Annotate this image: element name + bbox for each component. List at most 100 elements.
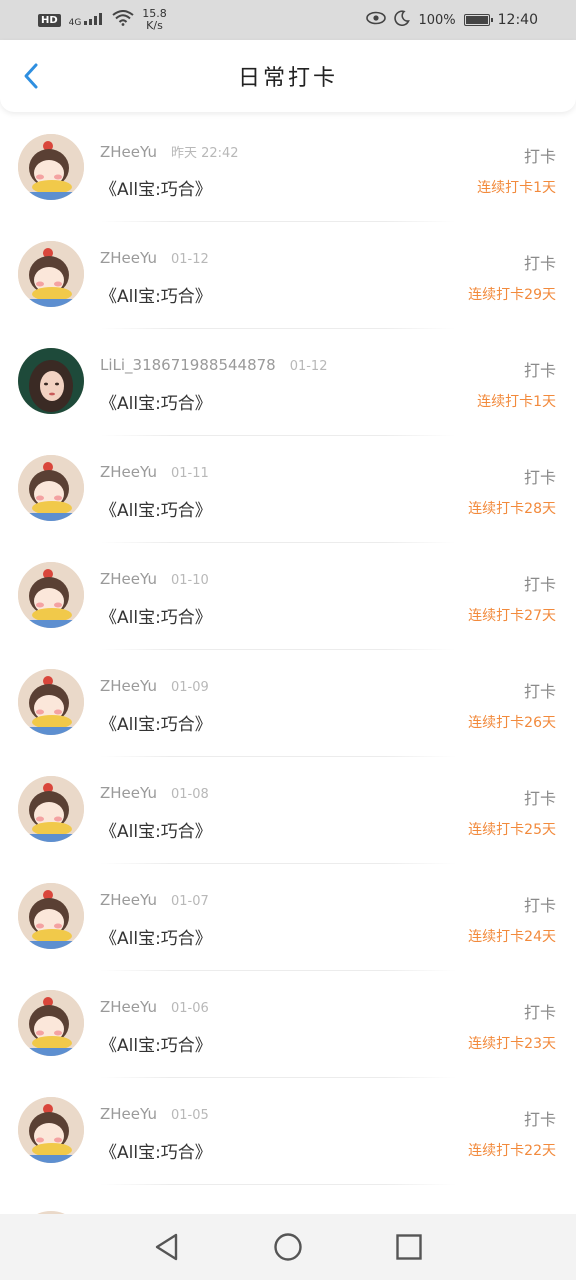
hd-badge: HD xyxy=(38,13,61,27)
streak-label: 连续打卡28天 xyxy=(468,501,556,517)
book-title[interactable]: 《All宝:巧合》 xyxy=(100,710,212,735)
streak-label: 连续打卡22天 xyxy=(468,1143,556,1159)
list-item[interactable]: ZHeeYu 01-10 《All宝:巧合》 打卡连续打卡27天 xyxy=(0,543,576,650)
avatar[interactable] xyxy=(18,455,84,521)
entry-meta: ZHeeYu 昨天 22:42 xyxy=(100,142,239,161)
book-title[interactable]: 《All宝:巧合》 xyxy=(100,175,212,200)
book-title[interactable]: 《All宝:巧合》 xyxy=(100,282,212,307)
net-speed-unit: K/s xyxy=(146,19,163,32)
user-name[interactable]: LiLi_318671988544878 xyxy=(100,356,276,374)
checkin-label: 打卡 xyxy=(523,789,556,808)
clock: 12:40 xyxy=(497,12,538,28)
chevron-left-icon xyxy=(24,63,38,89)
checkin-label: 打卡 xyxy=(523,147,556,166)
book-title[interactable]: 《All宝:巧合》 xyxy=(100,603,212,628)
list-item[interactable]: ZHeeYu 昨天 22:42 《All宝:巧合》 打卡连续打卡1天 xyxy=(0,115,576,222)
back-button[interactable] xyxy=(18,62,46,90)
nav-home-button[interactable] xyxy=(270,1229,306,1265)
user-name[interactable]: ZHeeYu xyxy=(100,891,157,909)
checkin-list: ZHeeYu 昨天 22:42 《All宝:巧合》 打卡 连续打卡1天 ZHeeYu 01-… xyxy=(0,115,576,1185)
entry-meta: ZHeeYu 01-11 xyxy=(100,463,209,481)
entry-time: 01-07 xyxy=(170,894,209,909)
book-title[interactable]: 《All宝:巧合》 xyxy=(100,1138,212,1163)
list-item[interactable]: ZHeeYu 01-05 《All宝:巧合》 打卡连续打卡22天 xyxy=(0,1078,576,1185)
net-speed: 15.8 K/s xyxy=(142,8,167,32)
list-item[interactable]: LiLi_318671988544878 01-12 《All宝:巧合》 打卡 连续打卡… xyxy=(0,329,576,436)
avatar[interactable] xyxy=(18,562,84,628)
list-item[interactable]: ZHeeYu 01-11 《All宝:巧合》 打卡连续打卡28天 xyxy=(0,436,576,543)
circle-home-icon xyxy=(274,1233,302,1261)
user-name[interactable]: ZHeeYu xyxy=(100,463,157,481)
entry-time: 昨天 22:42 xyxy=(170,146,239,161)
status-left: HD 4G 15.8 K/s xyxy=(38,8,167,32)
user-name[interactable]: ZHeeYu xyxy=(100,784,157,802)
book-title[interactable]: 《All宝:巧合》 xyxy=(100,924,212,949)
streak-label: 连续打卡23天 xyxy=(468,1036,556,1052)
checkin-label: 打卡 xyxy=(523,254,556,273)
book-title[interactable]: 《All宝:巧合》 xyxy=(100,817,212,842)
user-name[interactable]: ZHeeYu xyxy=(100,143,157,161)
checkin-label: 打卡 xyxy=(523,575,556,594)
book-title[interactable]: 《All宝:巧合》 xyxy=(100,1031,212,1056)
user-name[interactable]: ZHeeYu xyxy=(100,570,157,588)
signal-icon: 4G xyxy=(68,12,105,28)
entry-time: 01-08 xyxy=(170,787,209,802)
avatar[interactable] xyxy=(18,241,84,307)
avatar[interactable] xyxy=(18,669,84,735)
streak-label: 连续打卡26天 xyxy=(468,715,556,731)
system-nav-bar xyxy=(0,1214,576,1280)
list-item[interactable]: ZHeeYu 01-08 《All宝:巧合》 打卡连续打卡25天 xyxy=(0,757,576,864)
moon-icon xyxy=(394,10,411,30)
avatar[interactable] xyxy=(18,134,84,200)
checkin-label: 打卡 xyxy=(523,896,556,915)
streak-label: 连续打卡1天 xyxy=(477,394,556,410)
checkin-label: 打卡 xyxy=(523,1003,556,1022)
avatar[interactable] xyxy=(18,1097,84,1163)
status-bar: HD 4G 15.8 K/s 100% 12:40 xyxy=(0,0,576,40)
book-title[interactable]: 《All宝:巧合》 xyxy=(100,496,212,521)
entry-time: 01-10 xyxy=(170,573,209,588)
header: 日常打卡 xyxy=(0,40,576,112)
list-item[interactable]: ZHeeYu 01-12 《All宝:巧合》 打卡连续打卡29天 xyxy=(0,222,576,329)
avatar[interactable] xyxy=(18,883,84,949)
checkin-label: 打卡 xyxy=(523,1110,556,1129)
streak-label: 连续打卡29天 xyxy=(468,287,556,303)
user-name[interactable]: ZHeeYu xyxy=(100,249,157,267)
streak-label: 连续打卡1天 xyxy=(477,180,556,196)
book-title[interactable]: 《All宝:巧合》 xyxy=(100,389,212,414)
avatar[interactable] xyxy=(18,776,84,842)
nav-recents-button[interactable] xyxy=(391,1229,427,1265)
entry-time: 01-05 xyxy=(170,1108,209,1123)
battery-icon xyxy=(463,14,493,26)
user-name[interactable]: ZHeeYu xyxy=(100,677,157,695)
user-name[interactable]: ZHeeYu xyxy=(100,1105,157,1123)
entry-time: 01-11 xyxy=(170,466,209,481)
entry-meta: LiLi_318671988544878 01-12 xyxy=(100,356,327,374)
entry-meta: ZHeeYu 01-08 xyxy=(100,784,209,802)
wifi-icon xyxy=(112,10,134,30)
streak-label: 连续打卡24天 xyxy=(468,929,556,945)
list-item[interactable]: ZHeeYu 01-09 《All宝:巧合》 打卡连续打卡26天 xyxy=(0,650,576,757)
entry-meta: ZHeeYu 01-12 xyxy=(100,249,209,267)
avatar[interactable] xyxy=(18,348,84,414)
list-item[interactable]: ZHeeYu 01-07 《All宝:巧合》 打卡连续打卡24天 xyxy=(0,864,576,971)
entry-time: 01-12 xyxy=(289,359,328,374)
entry-meta: ZHeeYu 01-09 xyxy=(100,677,209,695)
page-title: 日常打卡 xyxy=(237,66,338,91)
list-item[interactable]: ZHeeYu 01-06 《All宝:巧合》 打卡连续打卡23天 xyxy=(0,971,576,1078)
entry-time: 01-06 xyxy=(170,1001,209,1016)
entry-meta: ZHeeYu 01-10 xyxy=(100,570,209,588)
avatar[interactable] xyxy=(18,990,84,1056)
battery-percent: 100% xyxy=(418,12,456,28)
streak-label: 连续打卡27天 xyxy=(468,608,556,624)
streak-label: 连续打卡25天 xyxy=(468,822,556,838)
square-recents-icon xyxy=(396,1234,422,1260)
checkin-label: 打卡 xyxy=(523,468,556,487)
status-right: 100% 12:40 xyxy=(366,10,538,30)
signal-label: 4G xyxy=(68,17,82,28)
triangle-back-icon xyxy=(155,1233,178,1261)
nav-back-button[interactable] xyxy=(149,1229,185,1265)
entry-time: 01-12 xyxy=(170,252,209,267)
checkin-label: 打卡 xyxy=(523,682,556,701)
user-name[interactable]: ZHeeYu xyxy=(100,998,157,1016)
